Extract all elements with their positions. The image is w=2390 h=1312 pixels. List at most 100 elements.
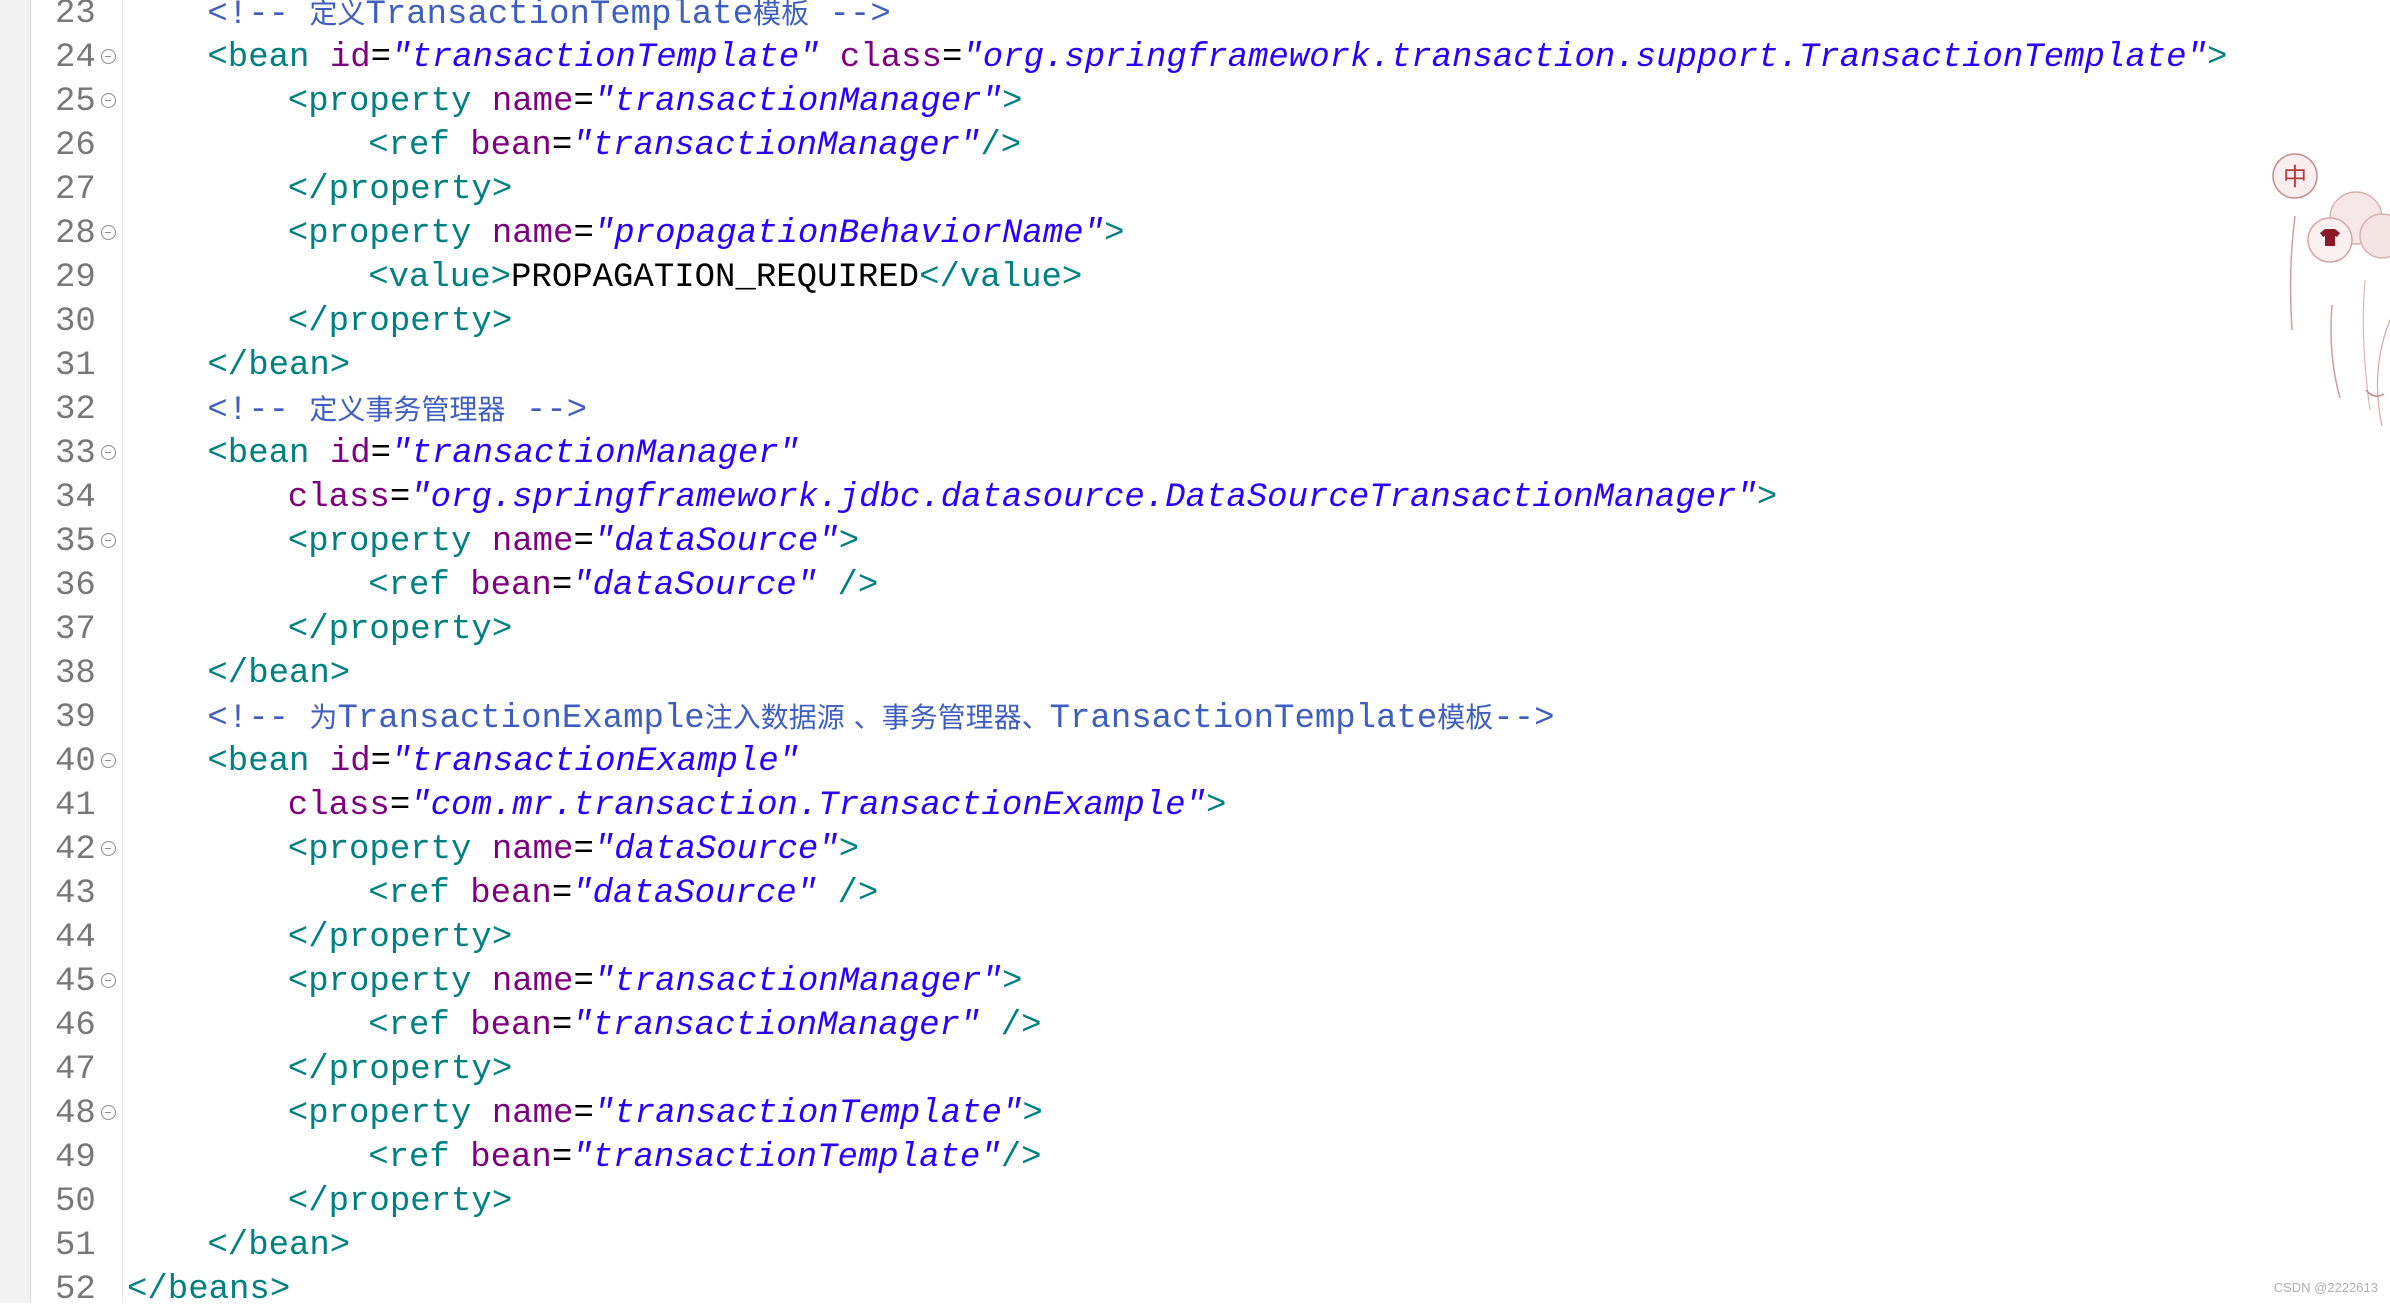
- xml-tag: >: [1022, 1095, 1042, 1133]
- code-line[interactable]: 26 <ref bean="transactionManager"/>: [0, 124, 2390, 168]
- code-text[interactable]: <property name="dataSource">: [288, 828, 859, 872]
- code-text[interactable]: </property>: [288, 1180, 512, 1224]
- xml-tag: </bean>: [207, 347, 350, 385]
- code-text[interactable]: <property name="propagationBehaviorName"…: [288, 212, 1125, 256]
- line-number: 50: [55, 1180, 103, 1224]
- line-number: 42: [55, 828, 103, 872]
- line-number: 26: [55, 124, 103, 168]
- code-text[interactable]: <bean id="transactionExample": [207, 740, 799, 784]
- code-line[interactable]: 51</bean>: [0, 1224, 2390, 1268]
- code-line[interactable]: 37</property>: [0, 608, 2390, 652]
- punctuation: [817, 875, 837, 913]
- line-number: 38: [55, 652, 103, 696]
- code-text[interactable]: <property name="transactionManager">: [288, 960, 1023, 1004]
- xml-editor[interactable]: 23 <!-- 定义TransactionTemplate模板 -->24<bea…: [0, 0, 2390, 1303]
- fold-collapse-icon[interactable]: [101, 973, 116, 988]
- code-text[interactable]: <value>PROPAGATION_REQUIRED</value>: [368, 256, 1082, 300]
- code-line[interactable]: 35<property name="dataSource">: [0, 520, 2390, 564]
- code-line[interactable]: 38 </bean>: [0, 652, 2390, 696]
- code-text[interactable]: </bean>: [207, 1224, 350, 1268]
- code-line[interactable]: 50 </property>: [0, 1180, 2390, 1224]
- code-line[interactable]: 47</property>: [0, 1048, 2390, 1092]
- xml-tag: </property>: [288, 919, 512, 957]
- attribute-value: "propagationBehaviorName": [594, 215, 1104, 253]
- xml-tag: >: [2207, 39, 2227, 77]
- xml-tag: >: [1104, 215, 1124, 253]
- code-line[interactable]: 32<!-- 定义事务管理器 -->: [0, 388, 2390, 432]
- xml-attribute-name: id: [330, 435, 371, 473]
- code-text[interactable]: <property name="transactionTemplate">: [288, 1092, 1043, 1136]
- code-line[interactable]: 28<property name="propagationBehaviorNam…: [0, 212, 2390, 256]
- line-number: 40: [55, 740, 103, 784]
- attribute-value: "transactionManager": [391, 435, 799, 473]
- punctuation: =: [942, 39, 962, 77]
- code-text[interactable]: class="com.mr.transaction.TransactionExa…: [288, 784, 1227, 828]
- attribute-value: "org.springframework.transaction.support…: [962, 39, 2207, 77]
- code-line[interactable]: 30</property>: [0, 300, 2390, 344]
- xml-tag: </bean>: [207, 655, 350, 693]
- fold-collapse-icon[interactable]: [101, 49, 116, 64]
- balloon-string: [2331, 305, 2340, 398]
- xml-attribute-name: class: [288, 479, 390, 517]
- code-line[interactable]: 44</property>: [0, 916, 2390, 960]
- fold-collapse-icon[interactable]: [101, 533, 116, 548]
- code-line[interactable]: 42 <property name="dataSource">: [0, 828, 2390, 872]
- code-line[interactable]: 33<bean id="transactionManager": [0, 432, 2390, 476]
- punctuation: =: [371, 39, 391, 77]
- line-number: 23: [55, 0, 103, 36]
- code-text[interactable]: </property>: [288, 916, 512, 960]
- code-text[interactable]: </property>: [288, 168, 512, 212]
- code-line[interactable]: 36<ref bean="dataSource" />: [0, 564, 2390, 608]
- code-text[interactable]: <property name="transactionManager">: [288, 80, 1023, 124]
- code-text[interactable]: </property>: [288, 1048, 512, 1092]
- code-line[interactable]: 34class="org.springframework.jdbc.dataso…: [0, 476, 2390, 520]
- code-line[interactable]: 27</property>: [0, 168, 2390, 212]
- code-text[interactable]: </beans>: [127, 1268, 290, 1312]
- line-number: 29: [55, 256, 103, 300]
- code-text[interactable]: <bean id="transactionTemplate" class="or…: [207, 36, 2227, 80]
- code-line[interactable]: 25<property name="transactionManager">: [0, 80, 2390, 124]
- code-line[interactable]: 40 <bean id="transactionExample": [0, 740, 2390, 784]
- code-line[interactable]: 23 <!-- 定义TransactionTemplate模板 -->: [0, 0, 2390, 36]
- code-text[interactable]: class="org.springframework.jdbc.datasour…: [288, 476, 1777, 520]
- code-text[interactable]: <ref bean="transactionTemplate"/>: [368, 1136, 1041, 1180]
- code-line[interactable]: 46<ref bean="transactionManager" />: [0, 1004, 2390, 1048]
- code-text[interactable]: <ref bean="transactionManager" />: [368, 1004, 1041, 1048]
- xml-tag: </value>: [919, 259, 1082, 297]
- ribbon: [2366, 390, 2384, 396]
- code-line[interactable]: 52</beans>: [0, 1268, 2390, 1312]
- fold-collapse-icon[interactable]: [101, 225, 116, 240]
- code-line[interactable]: 24<bean id="transactionTemplate" class="…: [0, 36, 2390, 80]
- fold-collapse-icon[interactable]: [101, 93, 116, 108]
- xml-tag: <ref: [368, 875, 470, 913]
- code-text[interactable]: <property name="dataSource">: [288, 520, 859, 564]
- fold-collapse-icon[interactable]: [101, 445, 116, 460]
- code-text[interactable]: <ref bean="dataSource" />: [368, 564, 878, 608]
- code-text[interactable]: </property>: [288, 300, 512, 344]
- fold-collapse-icon[interactable]: [101, 1105, 116, 1120]
- code-line[interactable]: 43<ref bean="dataSource" />: [0, 872, 2390, 916]
- fold-collapse-icon[interactable]: [101, 753, 116, 768]
- code-line[interactable]: 31</bean>: [0, 344, 2390, 388]
- code-text[interactable]: <!-- 定义事务管理器 -->: [207, 388, 587, 432]
- fold-collapse-icon[interactable]: [101, 841, 116, 856]
- code-line[interactable]: 41class="com.mr.transaction.TransactionE…: [0, 784, 2390, 828]
- attribute-value: "org.springframework.jdbc.datasource.Dat…: [410, 479, 1757, 517]
- xml-tag: <bean: [207, 435, 329, 473]
- code-text[interactable]: </bean>: [207, 344, 350, 388]
- code-line[interactable]: 45<property name="transactionManager">: [0, 960, 2390, 1004]
- code-line[interactable]: 48<property name="transactionTemplate">: [0, 1092, 2390, 1136]
- code-line[interactable]: 29 <value>PROPAGATION_REQUIRED</value>: [0, 256, 2390, 300]
- xml-comment: 模板: [753, 0, 809, 30]
- code-text[interactable]: <ref bean="dataSource" />: [368, 872, 878, 916]
- code-text[interactable]: <ref bean="transactionManager"/>: [368, 124, 1021, 168]
- code-text[interactable]: <bean id="transactionManager": [207, 432, 799, 476]
- code-text[interactable]: </property>: [288, 608, 512, 652]
- code-text[interactable]: </bean>: [207, 652, 350, 696]
- xml-tag: </beans>: [127, 1271, 290, 1309]
- code-text[interactable]: <!-- 定义TransactionTemplate模板 -->: [207, 0, 890, 36]
- code-line[interactable]: 49<ref bean="transactionTemplate"/>: [0, 1136, 2390, 1180]
- code-line[interactable]: 39<!-- 为TransactionExample注入数据源 、事务管理器、T…: [0, 696, 2390, 740]
- xml-tag: <value>: [368, 259, 511, 297]
- code-text[interactable]: <!-- 为TransactionExample注入数据源 、事务管理器、Tra…: [207, 696, 1554, 740]
